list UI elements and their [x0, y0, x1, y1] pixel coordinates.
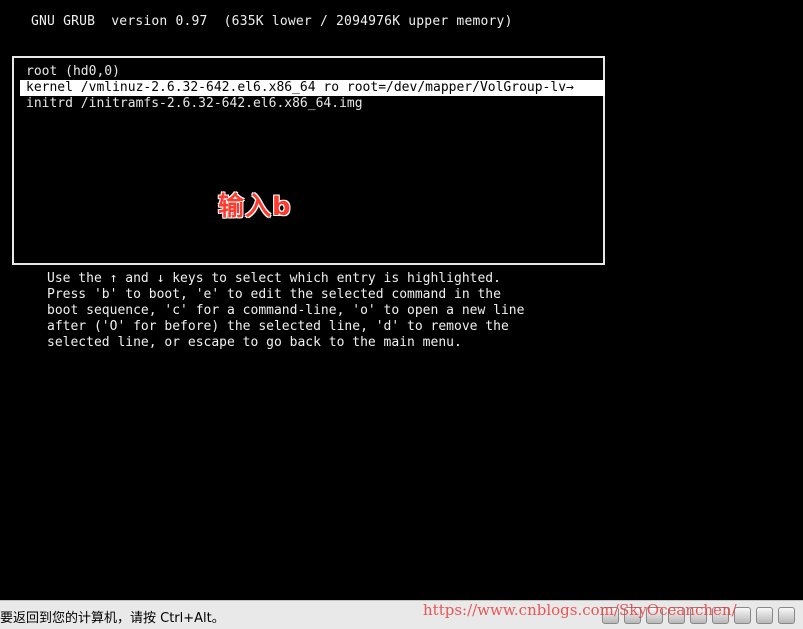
help-line: Use the ↑ and ↓ keys to select which ent… [47, 271, 501, 286]
help-line: Press 'b' to boot, 'e' to edit the selec… [47, 287, 501, 302]
watermark: https://www.cnblogs.com/SkyOceanchen/ [423, 601, 737, 619]
help-line: selected line, or escape to go back to t… [47, 335, 462, 350]
grub-header: GNU GRUB version 0.97 (635K lower / 2094… [31, 14, 513, 29]
help-text: Use the ↑ and ↓ keys to select which ent… [47, 271, 524, 351]
boot-entry-initrd[interactable]: initrd /initramfs-2.6.32-642.el6.x86_64.… [24, 96, 365, 112]
release-hint: 要返回到您的计算机，请按 Ctrl+Alt。 [0, 611, 225, 626]
settings-icon[interactable] [778, 607, 795, 624]
annotation-overlay: 输入b [218, 192, 292, 222]
boot-entry-list: root (hd0,0) kernel /vmlinuz-2.6.32-642.… [12, 56, 605, 265]
help-line: boot sequence, 'c' for a command-line, '… [47, 303, 525, 318]
vm-icon[interactable] [756, 607, 773, 624]
help-line: after ('O' for before) the selected line… [47, 319, 509, 334]
boot-entry-root[interactable]: root (hd0,0) [24, 64, 122, 80]
boot-entry-kernel[interactable]: kernel /vmlinuz-2.6.32-642.el6.x86_64 ro… [20, 80, 605, 96]
